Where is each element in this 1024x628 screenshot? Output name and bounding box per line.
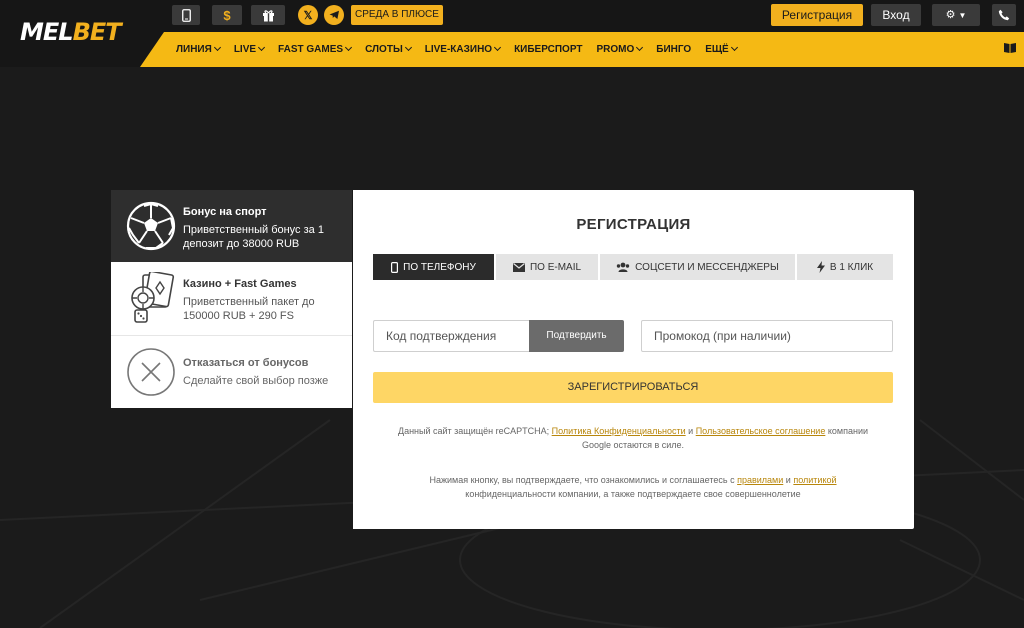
dollar-icon[interactable]: $: [212, 5, 242, 25]
bonus-casino[interactable]: Казино + Fast Games Приветственный пакет…: [111, 262, 352, 335]
tab-label: В 1 КЛИК: [829, 261, 874, 273]
registration-title: РЕГИСТРАЦИЯ: [576, 216, 691, 233]
note-text: Нажимая кнопку, вы подтверждаете, что оз…: [429, 475, 735, 485]
nav-label: БИНГО: [656, 43, 692, 55]
note-text: Данный сайт защищён reCAPTCHA;: [397, 426, 550, 436]
chevron-down-icon: [213, 43, 221, 52]
gift-icon[interactable]: [251, 5, 285, 25]
nav-item-more[interactable]: ЕЩЁ: [705, 40, 738, 58]
rules-link[interactable]: правилами: [737, 475, 783, 485]
soccer-ball-icon: [126, 201, 176, 251]
bonus-panel: Бонус на спорт Приветственный бонус за 1…: [111, 190, 352, 408]
nav-item-fast-games[interactable]: FAST GAMES: [278, 40, 353, 58]
register-button-top[interactable]: Регистрация: [771, 4, 863, 26]
note-text: и: [688, 426, 694, 436]
promo-code-input[interactable]: Промокод (при наличии): [641, 320, 893, 352]
top-header: MELBET $ 𝕏 СРЕДА В ПЛЮСЕ Регистрация Вхо…: [0, 0, 1024, 67]
nav-item-promo[interactable]: PROMO: [596, 40, 644, 58]
tab-label: СОЦСЕТИ И МЕССЕНДЖЕРЫ: [635, 261, 779, 273]
nav-item-esports[interactable]: КИБЕРСПОРТ: [514, 40, 582, 58]
settings-button[interactable]: ⚙ ▼: [932, 4, 980, 26]
bonus-title: Казино + Fast Games: [183, 278, 297, 290]
nav-label: ЛИНИЯ: [176, 43, 212, 55]
nav-label: FAST GAMES: [278, 43, 344, 55]
nav-item-live[interactable]: LIVE: [233, 40, 266, 58]
chevron-down-icon: [636, 43, 644, 52]
users-icon: [616, 262, 630, 272]
envelope-icon: [512, 262, 525, 272]
mobile-icon[interactable]: [172, 5, 200, 25]
note-text: компании: [827, 426, 868, 436]
chevron-down-icon: [258, 43, 266, 52]
chevron-down-icon: [730, 43, 738, 52]
registration-card: РЕГИСТРАЦИЯ ПО ТЕЛЕФОНУ ПО E-MAIL СОЦСЕТ…: [353, 190, 914, 529]
nav-item-sloty[interactable]: СЛОТЫ: [365, 40, 412, 58]
bonus-desc-line2: 150000 RUB + 290 FS: [183, 310, 294, 322]
note-text: и: [785, 475, 791, 485]
chevron-down-icon: [494, 43, 502, 52]
cards-dice-icon: [131, 272, 175, 323]
tab-email[interactable]: ПО E-MAIL: [496, 254, 598, 280]
nav-label: СЛОТЫ: [365, 43, 403, 55]
chevron-down-icon: [404, 43, 412, 52]
nav-item-liniya[interactable]: ЛИНИЯ: [176, 40, 221, 58]
main-nav: ЛИНИЯ LIVE FAST GAMES СЛОТЫ LIVE-КАЗИНО …: [176, 40, 751, 58]
telegram-icon[interactable]: [324, 5, 344, 25]
nav-label: PROMO: [596, 43, 635, 55]
nav-item-bingo[interactable]: БИНГО: [656, 40, 691, 58]
confirmation-code-input[interactable]: Код подтверждения: [373, 320, 529, 352]
nav-label: КИБЕРСПОРТ: [514, 43, 583, 55]
nav-item-live-casino[interactable]: LIVE-КАЗИНО: [424, 40, 502, 58]
tab-phone[interactable]: ПО ТЕЛЕФОНУ: [373, 254, 494, 280]
phone-button[interactable]: [992, 4, 1016, 26]
bonus-title: Отказаться от бонусов: [183, 357, 309, 369]
nav-label: LIVE-КАЗИНО: [424, 43, 493, 55]
gear-icon: ⚙: [945, 9, 956, 21]
x-icon[interactable]: 𝕏: [298, 5, 318, 25]
bonus-sport[interactable]: Бонус на спорт Приветственный бонус за 1…: [111, 190, 352, 262]
chevron-down-icon: ▼: [958, 11, 967, 20]
bonus-desc-line2: депозит до 38000 RUB: [183, 238, 300, 250]
terms-note: Нажимая кнопку, вы подтверждаете, что оз…: [373, 473, 893, 501]
note-text: Google остаются в силе.: [581, 440, 685, 450]
tab-social[interactable]: СОЦСЕТИ И МЕССЕНДЖЕРЫ: [600, 254, 795, 280]
tab-one-click[interactable]: В 1 КЛИК: [797, 254, 893, 280]
login-button[interactable]: Вход: [871, 4, 921, 26]
promo-badge[interactable]: СРЕДА В ПЛЮСЕ: [351, 5, 443, 25]
note-text: конфиденциальности компании, а также под…: [465, 489, 801, 499]
logo-text-mel: MEL: [20, 18, 74, 46]
logo[interactable]: MELBET: [20, 18, 122, 46]
nav-label: ЕЩЁ: [705, 43, 729, 55]
close-circle-icon: [127, 348, 175, 396]
bonus-title: Бонус на спорт: [183, 206, 267, 218]
bonus-desc-line1: Приветственный пакет до: [183, 296, 315, 308]
phone-icon: [998, 9, 1010, 21]
logo-text-bet: BET: [72, 18, 122, 46]
policy-link[interactable]: политикой: [793, 475, 836, 485]
tab-label: ПО ТЕЛЕФОНУ: [403, 261, 476, 273]
book-icon[interactable]: [1003, 42, 1017, 54]
recaptcha-note: Данный сайт защищён reCAPTCHA; Политика …: [373, 424, 893, 452]
bonus-desc-line1: Приветственный бонус за 1: [183, 224, 324, 236]
privacy-policy-link[interactable]: Политика Конфиденциальности: [552, 426, 686, 436]
user-agreement-link[interactable]: Пользовательское соглашение: [696, 426, 826, 436]
confirm-button[interactable]: Подтвердить: [529, 320, 624, 352]
phone-icon: [391, 261, 399, 273]
register-submit-button[interactable]: ЗАРЕГИСТРИРОВАТЬСЯ: [373, 372, 893, 403]
lightning-icon: [816, 261, 825, 273]
bonus-desc-line1: Сделайте свой выбор позже: [183, 375, 329, 387]
bonus-decline[interactable]: Отказаться от бонусов Сделайте свой выбо…: [111, 336, 352, 408]
chevron-down-icon: [345, 43, 353, 52]
tab-label: ПО E-MAIL: [529, 261, 582, 273]
nav-label: LIVE: [233, 43, 257, 55]
